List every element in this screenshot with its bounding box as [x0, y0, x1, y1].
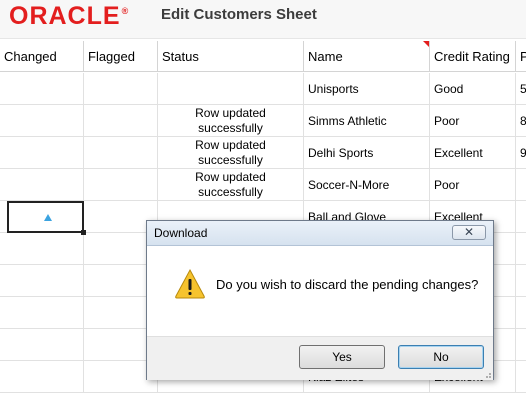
no-button[interactable]: No: [398, 345, 484, 369]
grid-header-row: Changed Flagged Status Name Credit Ratin…: [0, 41, 526, 73]
column-header-flagged[interactable]: Flagged: [84, 41, 158, 72]
changed-cell[interactable]: [0, 169, 84, 201]
column-header-name-label: Name: [308, 49, 343, 64]
logo-text: ORACLE: [9, 2, 121, 30]
changed-cell[interactable]: [0, 329, 84, 361]
changed-cell[interactable]: [0, 105, 84, 137]
changed-cell[interactable]: [0, 297, 84, 329]
changed-cell[interactable]: [0, 137, 84, 169]
logo-trademark: ®: [121, 6, 129, 16]
close-button[interactable]: ✕: [452, 225, 486, 240]
column-header-status[interactable]: Status: [158, 41, 304, 72]
dialog-title: Download: [154, 226, 208, 240]
sheet-title: Edit Customers Sheet: [161, 6, 317, 23]
credit-rating-cell[interactable]: Excellent: [430, 137, 516, 169]
next-column-cell[interactable]: 9: [516, 137, 526, 169]
credit-rating-cell[interactable]: Poor: [430, 169, 516, 201]
app-header: ORACLE® Edit Customers Sheet: [0, 0, 526, 39]
flagged-cell[interactable]: [84, 169, 158, 201]
column-header-next[interactable]: P: [516, 41, 526, 72]
dialog-title-bar[interactable]: Download ✕: [147, 221, 493, 246]
column-header-credit-rating[interactable]: Credit Rating: [430, 41, 516, 72]
status-cell[interactable]: [158, 73, 304, 105]
dialog-footer: Yes No: [147, 336, 493, 380]
next-column-cell[interactable]: 8: [516, 105, 526, 137]
table-row: Row updated successfully Delhi Sports Exce…: [0, 137, 526, 169]
name-cell[interactable]: Unisports: [304, 73, 430, 105]
comment-marker-icon: [423, 41, 429, 47]
table-row: Row updated successfully Soccer-N-More Poo…: [0, 169, 526, 201]
column-header-name[interactable]: Name: [304, 41, 430, 72]
name-cell[interactable]: Delhi Sports: [304, 137, 430, 169]
next-column-cell[interactable]: [516, 169, 526, 201]
table-row: Row updated successfully Simms Athletic Po…: [0, 105, 526, 137]
status-cell[interactable]: Row updated successfully: [158, 137, 304, 169]
changed-cell[interactable]: [0, 361, 84, 393]
changed-cell[interactable]: [0, 73, 84, 105]
table-row: UnisportsGood5: [0, 73, 526, 105]
name-cell[interactable]: Soccer-N-More: [304, 169, 430, 201]
name-cell[interactable]: Simms Athletic: [304, 105, 430, 137]
status-cell[interactable]: Row updated successfully: [158, 105, 304, 137]
fill-handle[interactable]: [81, 230, 86, 235]
credit-rating-cell[interactable]: Good: [430, 73, 516, 105]
flagged-cell[interactable]: [84, 73, 158, 105]
column-header-changed[interactable]: Changed: [0, 41, 84, 72]
flagged-cell[interactable]: [84, 105, 158, 137]
changed-cell[interactable]: [0, 233, 84, 265]
active-cell-selection[interactable]: [7, 201, 86, 235]
warning-icon: [175, 268, 205, 299]
yes-button[interactable]: Yes: [299, 345, 385, 369]
download-dialog: Download ✕ Do you wish to discard the pe…: [146, 220, 494, 380]
next-column-cell[interactable]: [516, 201, 526, 233]
changed-indicator-icon: [44, 214, 52, 221]
resize-grip-icon[interactable]: [482, 369, 492, 379]
credit-rating-cell[interactable]: Poor: [430, 105, 516, 137]
oracle-logo: ORACLE®: [9, 2, 129, 31]
dialog-message: Do you wish to discard the pending chang…: [216, 277, 479, 292]
changed-cell[interactable]: [0, 265, 84, 297]
next-column-cell[interactable]: [516, 329, 526, 361]
flagged-cell[interactable]: [84, 137, 158, 169]
next-column-cell[interactable]: [516, 233, 526, 265]
status-cell[interactable]: Row updated successfully: [158, 169, 304, 201]
next-column-cell[interactable]: [516, 297, 526, 329]
dialog-body: Do you wish to discard the pending chang…: [147, 246, 493, 336]
next-column-cell[interactable]: [516, 361, 526, 393]
next-column-cell[interactable]: 5: [516, 73, 526, 105]
next-column-cell[interactable]: [516, 265, 526, 297]
